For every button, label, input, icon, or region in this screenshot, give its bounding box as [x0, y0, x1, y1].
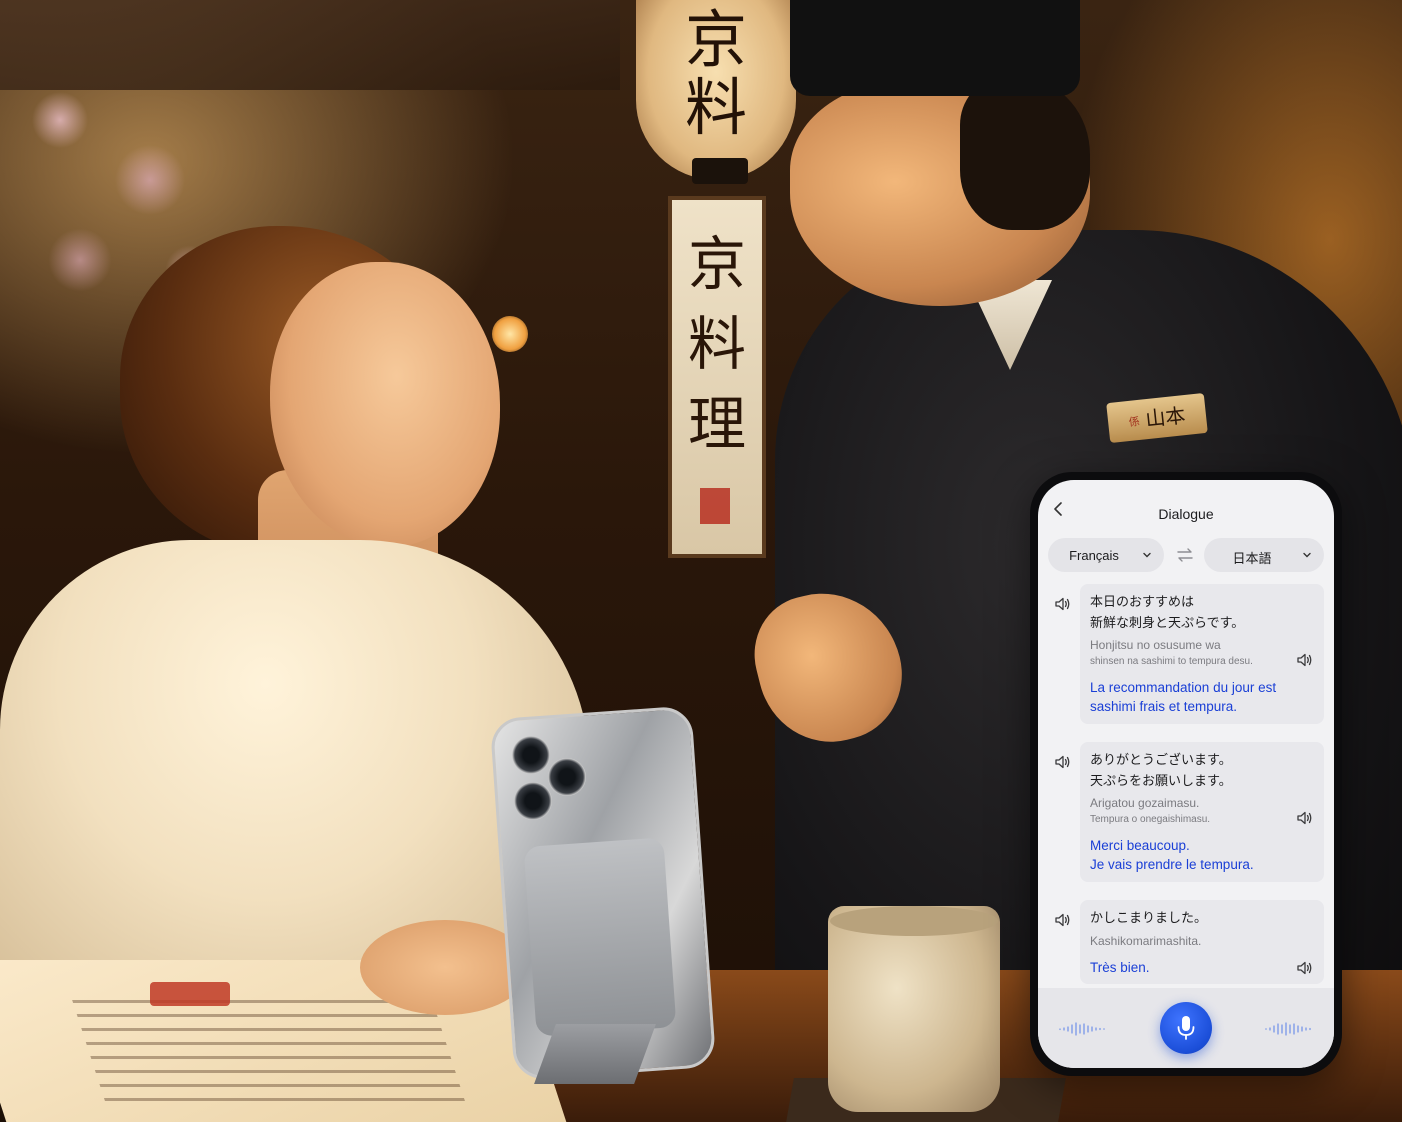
- message-bubble: かしこまりました。 Kashikomarimashita. Très bien.: [1080, 900, 1324, 984]
- menu-text-lines: [72, 1000, 468, 1110]
- french-line: La recommandation du jour est: [1090, 680, 1277, 695]
- sign-seal: [700, 488, 730, 524]
- play-translation-button[interactable]: [1296, 652, 1314, 668]
- french-line: Très bien.: [1090, 960, 1150, 975]
- phone-screen: Dialogue Français 日本語 本日のおすすめは 新鮮な刺身と天ぷら…: [1038, 480, 1334, 1068]
- wall-lamp: [492, 316, 528, 352]
- romaji-line: Arigatou gozaimasu.: [1090, 796, 1200, 810]
- french-translation: La recommandation du jour est sashimi fr…: [1090, 678, 1276, 716]
- phone-frame: Dialogue Français 日本語 本日のおすすめは 新鮮な刺身と天ぷら…: [1030, 472, 1342, 1076]
- play-original-button[interactable]: [1054, 912, 1072, 928]
- speaker-icon: [1055, 597, 1070, 611]
- speaker-icon: [1297, 961, 1312, 975]
- conversation-message: ありがとうございます。 天ぷらをお願いします。 Arigatou gozaima…: [1038, 742, 1334, 884]
- japanese-text: ありがとうございます。 天ぷらをお願いします。: [1090, 750, 1232, 792]
- play-translation-button[interactable]: [1296, 810, 1314, 826]
- chef-hat: [790, 0, 1080, 96]
- play-translation-button[interactable]: [1296, 960, 1314, 976]
- french-translation: Très bien.: [1090, 958, 1150, 977]
- lantern-base: [692, 158, 748, 184]
- conversation-message: かしこまりました。 Kashikomarimashita. Très bien.: [1038, 900, 1334, 988]
- menu-red-heading: [150, 982, 230, 1006]
- romaji-line-small: Tempura o onegaishimasu.: [1090, 814, 1211, 825]
- source-language-label: Français: [1069, 548, 1119, 563]
- message-bubble: ありがとうございます。 天ぷらをお願いします。 Arigatou gozaima…: [1080, 742, 1324, 882]
- microphone-icon: [1177, 1016, 1195, 1040]
- camera-lens-icon: [512, 736, 550, 774]
- language-selector-row: Français 日本語: [1048, 538, 1324, 572]
- chevron-down-icon: [1303, 552, 1311, 558]
- french-line: sashimi frais et tempura.: [1090, 699, 1238, 714]
- japanese-line: 本日のおすすめは: [1090, 595, 1195, 610]
- conversation-message: 本日のおすすめは 新鮮な刺身と天ぷらです。 Honjitsu no osusum…: [1038, 584, 1334, 726]
- romaji-line: Honjitsu no osusume wa: [1090, 638, 1221, 652]
- speaker-icon: [1297, 811, 1312, 825]
- target-language-label: 日本語: [1232, 551, 1272, 566]
- speaker-icon: [1297, 653, 1312, 667]
- audio-wave-icon: [1265, 1022, 1311, 1036]
- speaker-icon: [1055, 755, 1070, 769]
- french-line: Merci beaucoup.: [1090, 838, 1190, 853]
- french-line: Je vais prendre le tempura.: [1090, 857, 1254, 872]
- source-language-dropdown[interactable]: Français: [1048, 538, 1164, 572]
- japanese-line: 新鮮な刺身と天ぷらです。: [1090, 616, 1245, 631]
- play-original-button[interactable]: [1054, 596, 1072, 612]
- french-translation: Merci beaucoup. Je vais prendre le tempu…: [1090, 836, 1254, 874]
- japanese-text: かしこまりました。: [1090, 908, 1207, 929]
- lantern-calligraphy: 京料: [684, 3, 747, 144]
- speaker-icon: [1055, 913, 1070, 927]
- swap-languages-button[interactable]: [1174, 546, 1196, 564]
- page-title: Dialogue: [1158, 506, 1214, 522]
- audio-wave-icon: [1059, 1022, 1105, 1036]
- bottom-control-bar: [1038, 988, 1334, 1068]
- camera-lens-icon: [514, 782, 552, 820]
- japanese-line: かしこまりました。: [1090, 911, 1208, 926]
- sign-calligraphy: 京料理: [687, 230, 746, 458]
- microphone-button[interactable]: [1160, 1002, 1212, 1054]
- japanese-line: 天ぷらをお願いします。: [1090, 774, 1232, 789]
- romaji-line-small: shinsen na sashimi to tempura desu.: [1090, 656, 1253, 667]
- target-language-dropdown[interactable]: 日本語: [1204, 538, 1324, 572]
- translator-device: [523, 837, 677, 1037]
- swap-arrows-icon: [1177, 548, 1193, 562]
- chevron-down-icon: [1143, 552, 1151, 558]
- camera-lens-icon: [548, 758, 586, 796]
- top-bar: Dialogue: [1038, 480, 1334, 532]
- tea-cup: [828, 906, 1000, 1112]
- chef-hair: [960, 80, 1090, 230]
- tea-cup-rim: [830, 906, 998, 936]
- romaji-line: Kashikomarimashita.: [1090, 934, 1202, 948]
- play-original-button[interactable]: [1054, 754, 1072, 770]
- japanese-line: ありがとうございます。: [1090, 753, 1232, 768]
- message-bubble: 本日のおすすめは 新鮮な刺身と天ぷらです。 Honjitsu no osusum…: [1080, 584, 1324, 724]
- japanese-text: 本日のおすすめは 新鮮な刺身と天ぷらです。: [1090, 592, 1244, 634]
